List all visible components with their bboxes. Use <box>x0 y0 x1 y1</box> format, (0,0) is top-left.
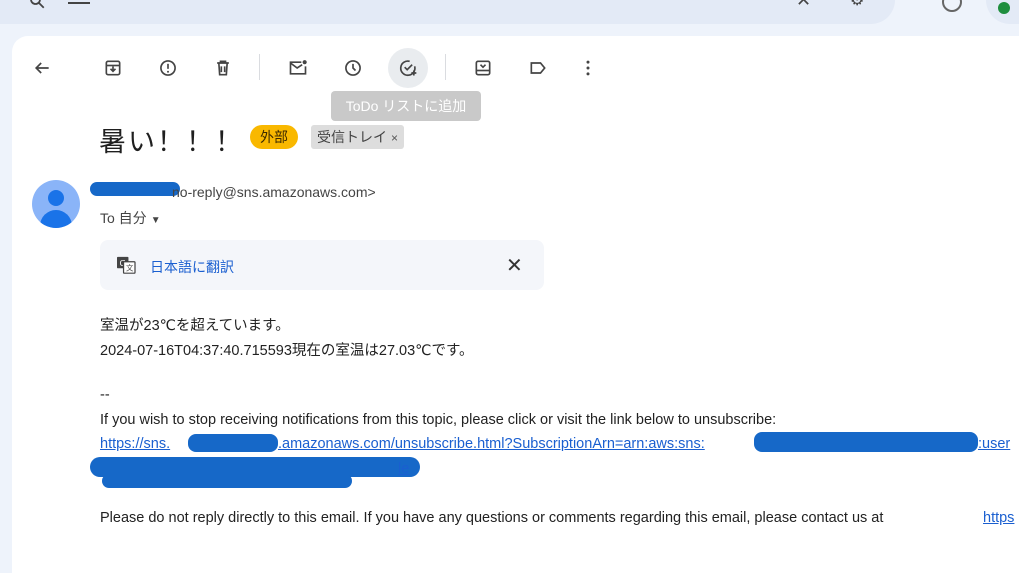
clear-search-icon[interactable]: ✕ <box>796 0 811 11</box>
sender-avatar[interactable] <box>32 180 80 228</box>
close-translate-icon[interactable]: ✕ <box>506 253 523 278</box>
unsubscribe-link-middle[interactable]: .amazonaws.com/unsubscribe.html?Subscrip… <box>278 436 705 452</box>
search-icon[interactable] <box>28 0 46 10</box>
unsubscribe-link-start[interactable]: https://sns. <box>100 436 170 452</box>
arrow-left-icon <box>34 62 49 74</box>
archive-icon <box>105 60 121 76</box>
sender-address[interactable]: no-reply@sns.amazonaws.com> <box>172 184 376 200</box>
search-bar[interactable]: ✕ ⚙ <box>0 0 895 24</box>
report-spam-button[interactable] <box>148 48 188 88</box>
toolbar-divider <box>445 54 446 80</box>
email-subject: 暑い！！！ <box>99 127 244 157</box>
move-to-button[interactable] <box>463 48 503 88</box>
avatar-body <box>40 210 72 228</box>
footer-contact-link[interactable]: https <box>983 510 1014 526</box>
redaction-mark <box>754 432 978 452</box>
unsubscribe-link-line2[interactable]: le <box>398 461 409 477</box>
more-options-button[interactable] <box>568 48 608 88</box>
redaction-mark <box>90 182 180 196</box>
unsubscribe-link-end[interactable]: :user <box>978 436 1010 452</box>
add-task-icon <box>399 60 417 77</box>
snooze-clock-icon <box>345 60 361 76</box>
move-to-icon <box>475 60 491 76</box>
email-toolbar <box>12 36 1019 96</box>
search-options-icon[interactable]: ⚙ <box>850 0 864 10</box>
trash-icon <box>217 60 229 76</box>
delete-button[interactable] <box>203 48 243 88</box>
external-badge: 外部 <box>250 125 298 149</box>
inbox-label-chip[interactable]: 受信トレイ × <box>311 125 405 149</box>
snooze-button[interactable] <box>333 48 373 88</box>
add-task-button[interactable] <box>388 48 428 88</box>
add-task-tooltip: ToDo リストに追加 <box>331 91 481 121</box>
recipient-label: To 自分 <box>100 210 147 226</box>
label-icon <box>530 62 546 74</box>
report-spam-icon <box>160 60 176 76</box>
translate-icon: G文 <box>117 256 136 274</box>
email-card: ToDo リストに追加 暑い！！！ 外部 受信トレイ × no-reply@sns… <box>12 36 1019 573</box>
body-line-1: 室温が23℃を超えています。 <box>100 318 290 334</box>
mark-unread-button[interactable] <box>278 48 318 88</box>
label-button[interactable] <box>518 48 558 88</box>
more-vert-icon <box>586 60 590 76</box>
recipient-line[interactable]: To 自分 ▼ <box>100 208 161 228</box>
remove-label-icon[interactable]: × <box>391 131 398 145</box>
toolbar-divider <box>259 54 260 80</box>
archive-button[interactable] <box>93 48 133 88</box>
mark-unread-icon <box>289 60 307 75</box>
avatar-head <box>48 190 64 206</box>
footer-text: Please do not reply directly to this ema… <box>100 510 884 526</box>
translate-banner: G文 日本語に翻訳 ✕ <box>100 240 544 290</box>
body-line-2: 2024-07-16T04:37:40.715593現在の室温は27.03℃です… <box>100 343 474 359</box>
top-bar: ✕ ⚙ <box>0 0 1019 32</box>
search-query[interactable] <box>68 0 90 4</box>
help-icon[interactable] <box>942 0 962 12</box>
inbox-label-text: 受信トレイ <box>317 129 387 145</box>
unsubscribe-text: If you wish to stop receiving notificati… <box>100 412 777 428</box>
chevron-down-icon[interactable]: ▼ <box>151 215 161 226</box>
status-indicator[interactable] <box>986 0 1019 24</box>
svg-text:文: 文 <box>126 264 134 273</box>
redaction-mark <box>188 434 278 452</box>
back-button[interactable] <box>22 48 62 88</box>
status-dot <box>998 2 1010 14</box>
signature-separator: -- <box>100 387 110 403</box>
translate-link[interactable]: 日本語に翻訳 <box>150 257 234 277</box>
redaction-mark <box>102 474 352 488</box>
